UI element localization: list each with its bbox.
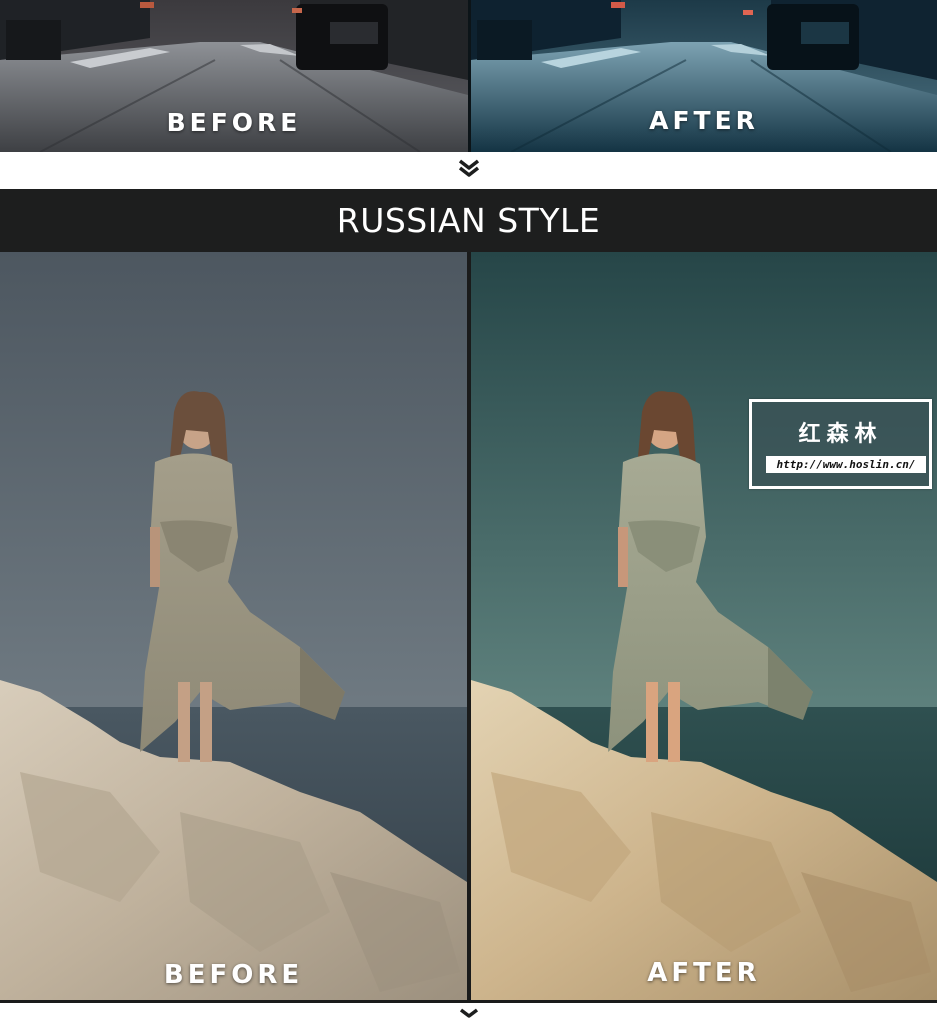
- woman-on-rock-before-image: [0, 252, 467, 1000]
- bottom-border: [0, 1000, 937, 1003]
- main-before-photo: BEFORE: [0, 252, 467, 1000]
- double-chevron-down-icon: [455, 1005, 483, 1022]
- watermark-title: 红森林: [798, 422, 883, 447]
- top-after-photo: AFTER: [471, 0, 937, 152]
- before-label: BEFORE: [163, 960, 304, 990]
- top-before-photo: BEFORE: [0, 0, 468, 152]
- before-label: BEFORE: [166, 108, 302, 137]
- double-chevron-down-icon: [455, 157, 483, 179]
- watermark: 红森林 http://www.hoslin.cn/: [749, 399, 932, 489]
- style-title-banner: RUSSIAN STYLE: [0, 189, 937, 252]
- after-label: AFTER: [647, 958, 761, 988]
- main-after-photo: AFTER: [471, 252, 937, 1000]
- woman-on-rock-after-image: [471, 252, 937, 1000]
- watermark-url: http://www.hoslin.cn/: [766, 456, 926, 473]
- after-label: AFTER: [649, 106, 759, 135]
